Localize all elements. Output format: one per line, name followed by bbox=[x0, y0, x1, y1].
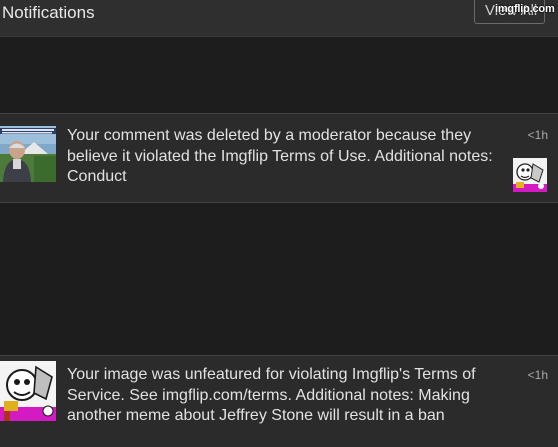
imgflip-watermark: imgflip.com bbox=[495, 3, 555, 15]
notification-item[interactable]: Your comment was deleted by a moderator … bbox=[0, 113, 558, 203]
meme-thumbnail-icon bbox=[0, 126, 56, 182]
notification-time: <1h bbox=[527, 128, 548, 142]
notification-time: <1h bbox=[527, 368, 548, 382]
notification-item[interactable]: Your image was unfeatured for violating … bbox=[0, 355, 558, 447]
meme-thumbnail-icon bbox=[0, 361, 56, 421]
notification-text: Your image was unfeatured for violating … bbox=[67, 366, 476, 424]
empty-gap bbox=[0, 203, 558, 355]
empty-gap bbox=[0, 37, 558, 113]
notifications-header: Notifications View All imgflip.com bbox=[0, 0, 558, 37]
page-title: Notifications bbox=[2, 3, 95, 22]
notification-text: Your comment was deleted by a moderator … bbox=[67, 127, 493, 185]
meme-thumbnail-icon[interactable] bbox=[513, 158, 547, 192]
